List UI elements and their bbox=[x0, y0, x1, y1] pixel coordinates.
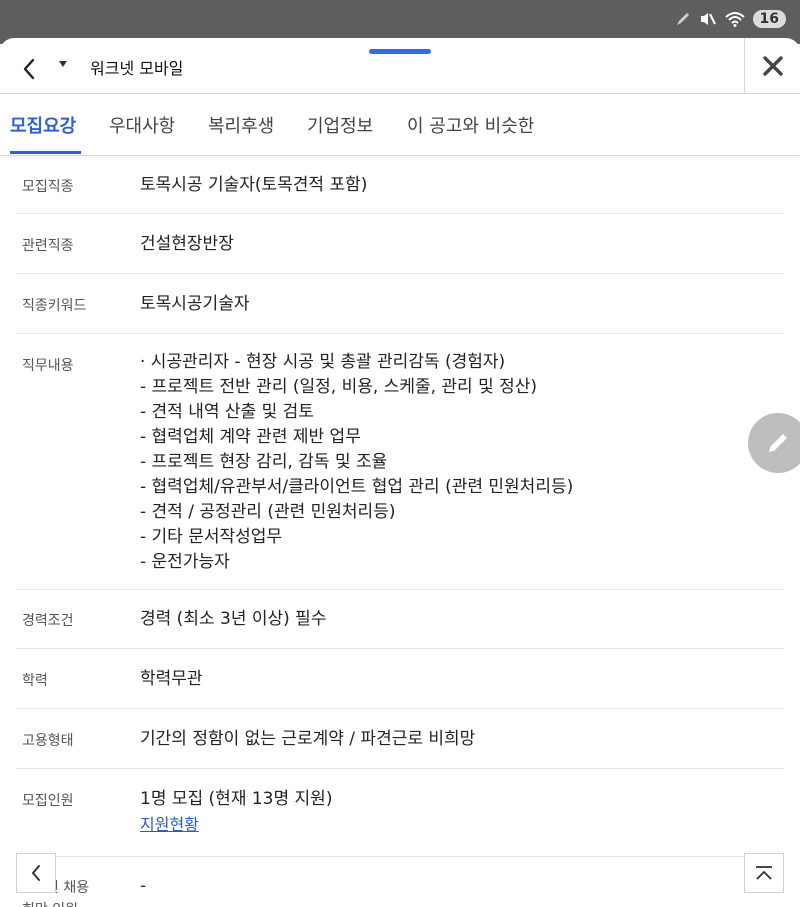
app-bar: 워크넷 모바일 bbox=[0, 38, 800, 94]
tab-bar: 모집요강 우대사항 복리후생 기업정보 이 공고와 비슷한 bbox=[0, 94, 800, 156]
close-button[interactable] bbox=[744, 38, 800, 94]
row-related-job: 관련직종 건설현장반장 bbox=[16, 214, 784, 274]
row-value: 건설현장반장 bbox=[140, 214, 784, 257]
row-label: 관련직종 bbox=[22, 238, 74, 254]
pen-icon bbox=[676, 13, 689, 25]
row-label: 경력조건 bbox=[22, 613, 74, 629]
tab-recruitment[interactable]: 모집요강 bbox=[10, 112, 76, 138]
row-label: 학력 bbox=[22, 673, 48, 689]
value-line: 건설현장반장 bbox=[140, 234, 234, 254]
row-employment-type: 고용형태 기간의 정함이 없는 근로계약 / 파견근로 비희망 bbox=[16, 709, 784, 769]
row-label: 모집인원 bbox=[22, 793, 74, 809]
row-value: 토목시공기술자 bbox=[140, 274, 784, 317]
row-value: 경력 (최소 3년 이상) 필수 bbox=[140, 590, 784, 632]
value-line: 토목시공 기술자(토목견적 포함) bbox=[140, 175, 368, 195]
wifi-icon bbox=[724, 12, 745, 27]
scroll-to-top-button[interactable] bbox=[744, 853, 784, 893]
pencil-icon bbox=[769, 434, 787, 452]
row-value: - bbox=[140, 857, 784, 899]
app-title: 워크넷 모바일 bbox=[90, 59, 184, 78]
arrow-up-to-top-icon bbox=[756, 866, 772, 880]
value-line: - 협력업체/유관부서/클라이언트 협업 관리 (관련 민원처리등) bbox=[140, 477, 574, 497]
row-headcount: 모집인원 1명 모집 (현재 13명 지원) 지원현황 bbox=[16, 769, 784, 857]
value-line: 1명 모집 (현재 13명 지원) bbox=[140, 789, 333, 809]
drag-handle[interactable] bbox=[369, 49, 431, 54]
row-value: · 시공관리자 - 현장 시공 및 총괄 관리감독 (경험자) - 프로젝트 전… bbox=[140, 334, 784, 575]
row-value: 기간의 정함이 없는 근로계약 / 파견근로 비희망 bbox=[140, 709, 784, 752]
value-line: - 운전가능자 bbox=[140, 552, 230, 572]
tab-similar-postings[interactable]: 이 공고와 비슷한 bbox=[407, 112, 534, 138]
value-line: - 프로젝트 현장 감리, 감독 및 조율 bbox=[140, 452, 388, 472]
value-line: - 협력업체 계약 관련 제반 업무 bbox=[140, 427, 361, 447]
row-value: 학력무관 bbox=[140, 649, 784, 692]
tab-benefits[interactable]: 복리후생 bbox=[208, 112, 274, 138]
job-detail-table: 모집직종 토목시공 기술자(토목견적 포함) 관련직종 건설현장반장 직종키워드… bbox=[0, 156, 800, 907]
value-line: - bbox=[140, 876, 147, 896]
active-tab-indicator bbox=[10, 151, 81, 154]
application-status-link[interactable]: 지원현황 bbox=[140, 812, 199, 837]
row-value: 1명 모집 (현재 13명 지원) 지원현황 bbox=[140, 769, 784, 838]
battery-badge: 16 bbox=[752, 10, 786, 28]
chevron-left-icon bbox=[32, 865, 40, 881]
value-line: - 견적 / 공정관리 (관련 민원처리등) bbox=[140, 502, 396, 522]
row-education: 학력 학력무관 bbox=[16, 649, 784, 709]
row-experience: 경력조건 경력 (최소 3년 이상) 필수 bbox=[16, 590, 784, 649]
value-line: 기간의 정함이 없는 근로계약 / 파견근로 비희망 bbox=[140, 729, 476, 749]
row-label-second-line: 희망 인원 bbox=[22, 899, 78, 907]
row-label: 모집직종 bbox=[22, 179, 74, 195]
row-job-keyword: 직종키워드 토목시공기술자 bbox=[16, 274, 784, 334]
mute-icon bbox=[700, 13, 716, 25]
value-line: · 시공관리자 - 현장 시공 및 총괄 관리감독 (경험자) bbox=[140, 352, 506, 372]
row-label: 직무내용 bbox=[22, 358, 74, 374]
value-line: - 기타 문서작성업무 bbox=[140, 527, 283, 547]
status-icons: 16 bbox=[675, 10, 786, 28]
chevron-left-icon bbox=[23, 58, 35, 80]
value-line: - 견적 내역 산출 및 검토 bbox=[140, 402, 314, 422]
row-job-description: 직무내용 · 시공관리자 - 현장 시공 및 총괄 관리감독 (경험자) - 프… bbox=[16, 334, 784, 590]
value-line: - 프로젝트 전반 관리 (일정, 비용, 스케줄, 관리 및 정산) bbox=[140, 377, 538, 397]
row-job-type: 모집직종 토목시공 기술자(토목견적 포함) bbox=[16, 156, 784, 214]
close-icon bbox=[762, 56, 783, 76]
row-label: 고용형태 bbox=[22, 733, 74, 749]
row-value: 토목시공 기술자(토목견적 포함) bbox=[140, 156, 784, 198]
back-button[interactable] bbox=[12, 52, 46, 86]
value-line: 학력무관 bbox=[140, 669, 203, 689]
tab-preferences[interactable]: 우대사항 bbox=[109, 112, 175, 138]
tab-company-info[interactable]: 기업정보 bbox=[307, 112, 373, 138]
value-line: 경력 (최소 3년 이상) 필수 bbox=[140, 609, 327, 629]
value-line: 토목시공기술자 bbox=[140, 294, 250, 314]
triangle-down-icon[interactable] bbox=[58, 58, 68, 68]
float-back-button[interactable] bbox=[16, 853, 56, 893]
edit-fab-button[interactable] bbox=[748, 413, 800, 473]
row-hire-count: 인 채용 희망 인원 - bbox=[16, 857, 784, 907]
row-label: 직종키워드 bbox=[22, 298, 87, 314]
